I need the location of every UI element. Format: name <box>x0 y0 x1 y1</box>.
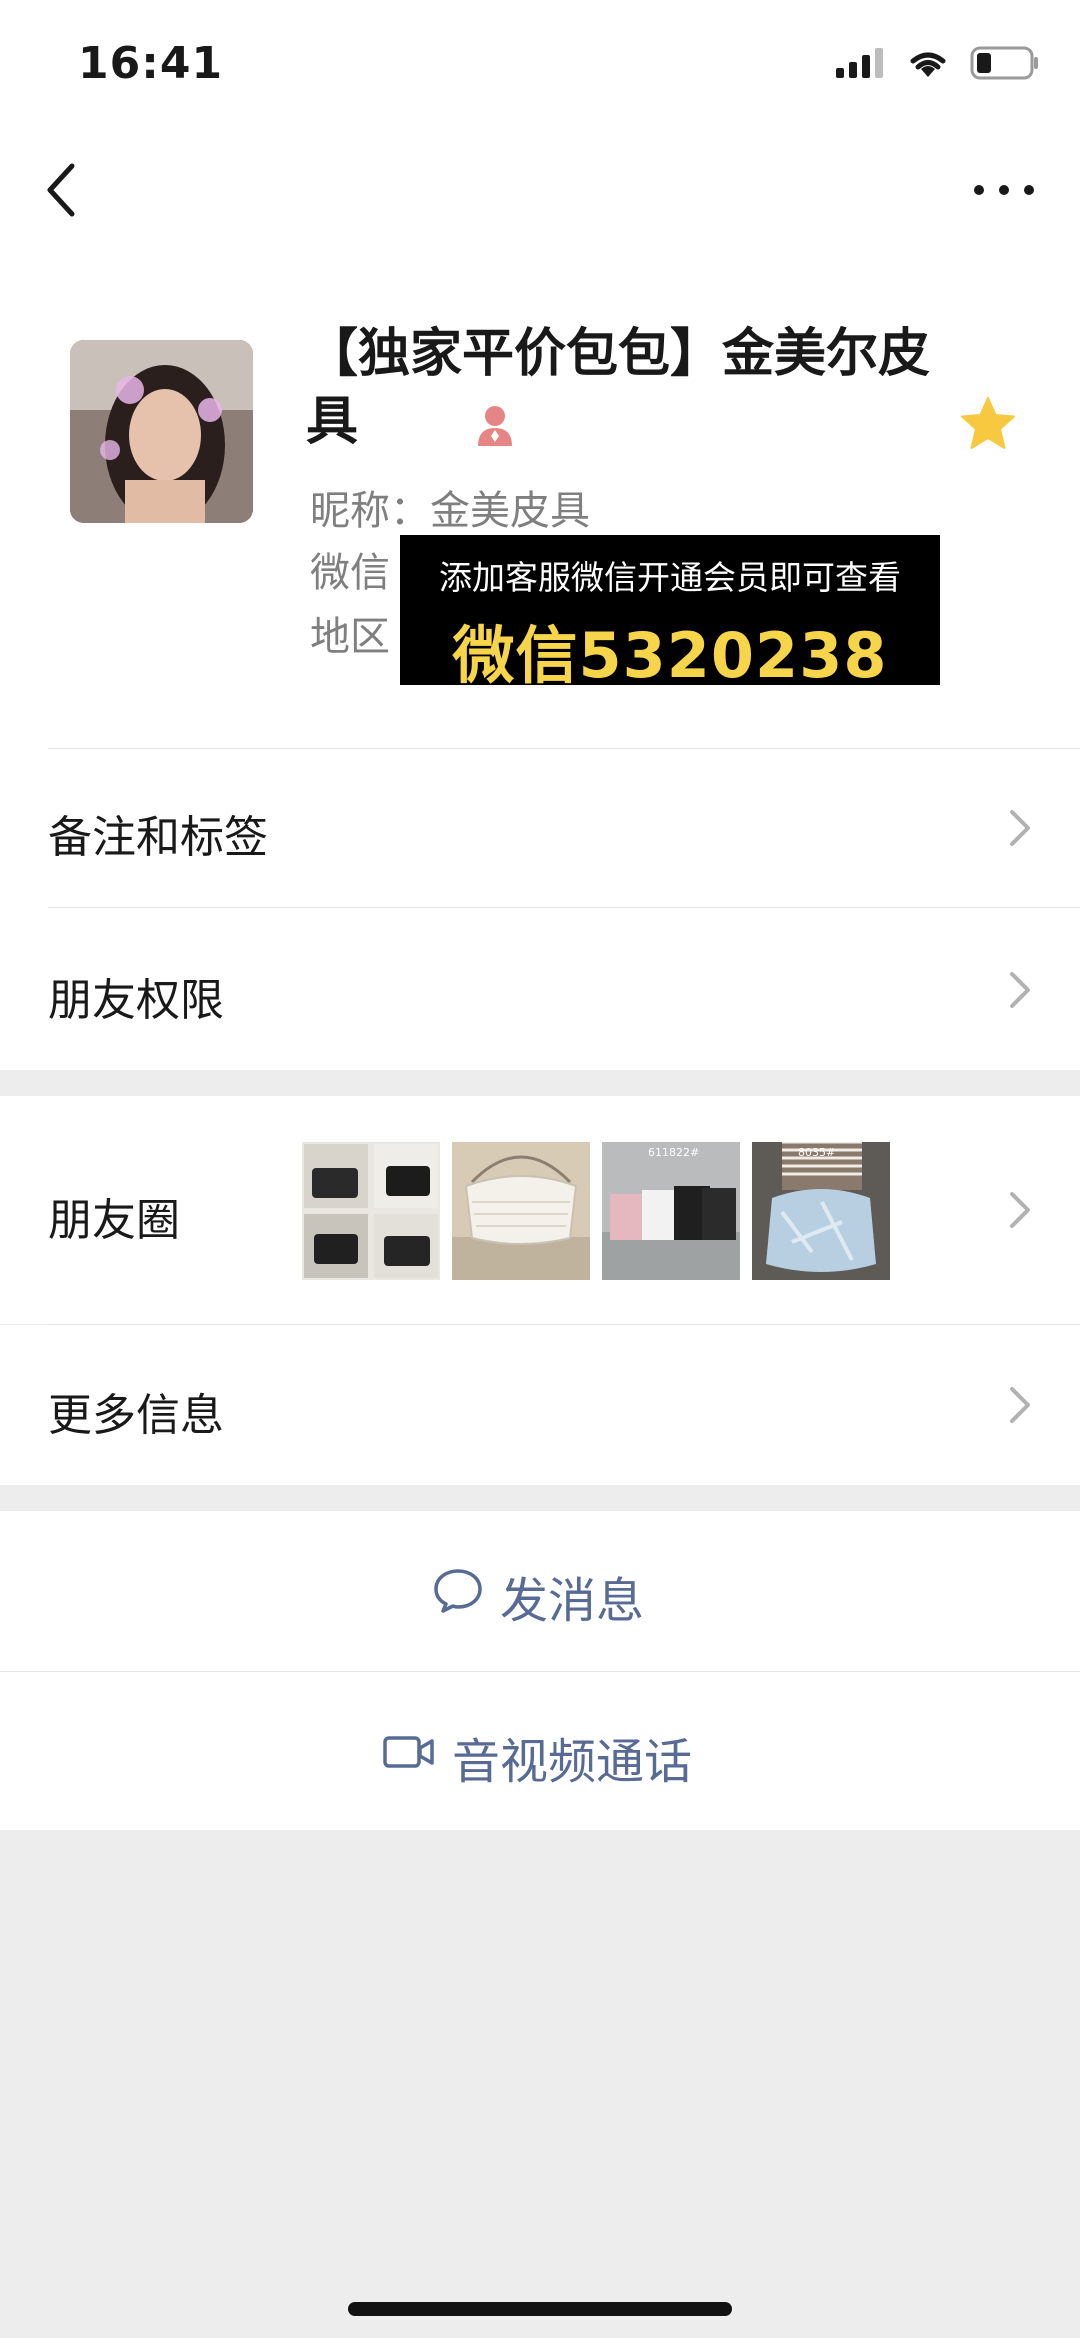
av-call-button[interactable]: 音视频通话 <box>0 1672 1080 1830</box>
avatar-photo <box>70 340 253 523</box>
thumb-label: 611822# <box>648 1146 699 1159</box>
back-button[interactable] <box>40 160 84 220</box>
status-time: 16:41 <box>78 38 224 89</box>
more-options-button[interactable] <box>974 172 1034 208</box>
chevron-right-icon <box>1010 810 1030 846</box>
more-dot-icon <box>974 185 984 195</box>
more-dot-icon <box>999 185 1009 195</box>
friend-permissions-row[interactable]: 朋友权限 <box>0 908 1080 1070</box>
wifi-icon <box>910 52 946 77</box>
contact-profile-screen: 16:41 【独家平价包包】金美尔皮具 昵称：金美皮具 微信 地区 添加客服微信… <box>0 0 1080 2338</box>
send-message-label: 发消息 <box>500 1573 645 1629</box>
remarks-tags-row[interactable]: 备注和标签 <box>0 749 1080 907</box>
chat-bubble-icon <box>434 1569 482 1613</box>
chevron-right-icon <box>1010 972 1030 1008</box>
denim-bag-thumbnail[interactable]: 8035# <box>752 1142 890 1280</box>
moments-label: 朋友圈 <box>48 1195 180 1246</box>
video-camera-icon <box>383 1736 434 1768</box>
contact-name: 【独家平价包包】金美尔皮具 <box>306 324 931 452</box>
female-user-icon <box>478 406 512 446</box>
more-info-label: 更多信息 <box>48 1390 224 1441</box>
signal-icon <box>836 48 883 78</box>
tote-bags-thumbnail[interactable]: 611822# <box>602 1142 740 1280</box>
promo-wechat-id: 微信5320238 <box>452 619 888 692</box>
chevron-right-icon <box>1010 1192 1030 1228</box>
promo-overlay: 添加客服微信开通会员即可查看 微信5320238 <box>400 535 940 692</box>
chevron-right-icon <box>1010 1387 1030 1423</box>
send-message-button[interactable]: 发消息 <box>0 1511 1080 1671</box>
star-icon[interactable] <box>958 394 1018 454</box>
moments-thumbnails: 611822# 8035# <box>302 1142 890 1280</box>
chevron-left-icon <box>47 163 75 217</box>
remarks-tags-label: 备注和标签 <box>48 812 268 863</box>
wechat-id-line: 微信 <box>310 550 390 596</box>
friend-permissions-label: 朋友权限 <box>48 975 224 1026</box>
avatar[interactable] <box>70 340 253 523</box>
region-line: 地区 <box>310 614 390 660</box>
home-indicator[interactable] <box>348 2302 732 2316</box>
av-call-label: 音视频通话 <box>452 1734 693 1790</box>
thumb-label: 8035# <box>798 1146 835 1159</box>
more-dot-icon <box>1024 185 1034 195</box>
bag-collage-thumbnail[interactable] <box>302 1142 440 1280</box>
promo-text: 添加客服微信开通会员即可查看 <box>439 558 901 597</box>
status-icons <box>836 46 1040 80</box>
white-crossbody-bag-thumbnail[interactable] <box>452 1142 590 1280</box>
battery-icon <box>970 46 1038 80</box>
more-info-row[interactable]: 更多信息 <box>0 1325 1080 1485</box>
nickname-line: 昵称：金美皮具 <box>310 488 590 534</box>
